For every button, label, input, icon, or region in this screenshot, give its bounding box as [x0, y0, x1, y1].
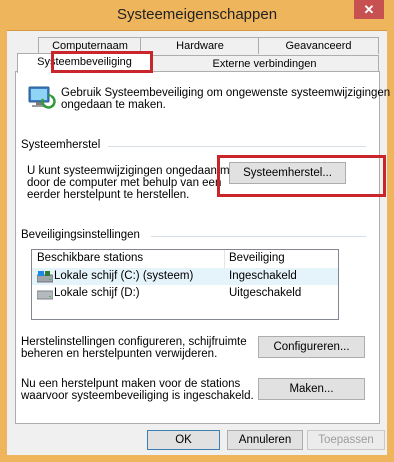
column-header-beveiliging[interactable]: Beveiliging [229, 250, 285, 267]
window-frame-bottom [0, 455, 394, 462]
section-label-systeemherstel: Systeemherstel [21, 139, 101, 151]
table-row[interactable]: Lokale schijf (D:) Uitgeschakeld [32, 285, 338, 302]
drive-name: Lokale schijf (C:) (systeem) [54, 270, 194, 282]
tab-hardware[interactable]: Hardware [140, 37, 260, 54]
drives-list[interactable]: Beschikbare stations Beveiliging Lokale … [31, 249, 339, 320]
close-icon[interactable]: ✕ [364, 2, 375, 17]
column-separator[interactable] [224, 250, 225, 268]
close-button[interactable]: ✕ [354, 0, 384, 19]
section-divider [108, 146, 366, 147]
drive-name: Lokale schijf (D:) [54, 287, 140, 299]
configure-desc-2: beheren en herstelpunten verwijderen. [21, 348, 218, 360]
section-label-beveiligingsinstellingen: Beveiligingsinstellingen [21, 229, 140, 241]
table-row[interactable]: Lokale schijf (C:) (systeem) Ingeschakel… [32, 268, 338, 285]
window-title: Systeemeigenschappen [116, 6, 278, 23]
column-header-stations[interactable]: Beschikbare stations [37, 250, 143, 267]
drive-icon [36, 289, 54, 306]
list-header: Beschikbare stations Beveiliging [32, 250, 338, 268]
tab-panel [15, 71, 380, 424]
cancel-button[interactable]: Annuleren [227, 430, 303, 450]
system-restore-button[interactable]: Systeemherstel... [229, 162, 346, 184]
tab-geavanceerd[interactable]: Geavanceerd [258, 37, 379, 54]
intro-text-2: ongedaan te maken. [61, 99, 166, 111]
tab-externe-verbindingen[interactable]: Externe verbindingen [150, 55, 379, 72]
tab-systeembeveiliging[interactable]: Systeembeveiliging [17, 53, 152, 73]
window-frame-left [0, 30, 7, 462]
apply-button[interactable]: Toepassen [307, 430, 385, 450]
tab-computernaam[interactable]: Computernaam [38, 37, 142, 54]
protection-status: Ingeschakeld [229, 270, 297, 282]
create-button[interactable]: Maken... [258, 378, 365, 400]
title-bar: Systeemeigenschappen ✕ [0, 0, 394, 31]
system-protection-icon [26, 83, 56, 116]
ok-button[interactable]: OK [147, 430, 220, 450]
configure-button[interactable]: Configureren... [258, 336, 365, 358]
create-desc-2: waarvoor systeembeveiliging is ingeschak… [21, 390, 254, 402]
protection-status: Uitgeschakeld [229, 287, 302, 299]
restore-desc-3: eerder herstelpunt te herstellen. [27, 189, 190, 201]
section-divider [151, 236, 366, 237]
